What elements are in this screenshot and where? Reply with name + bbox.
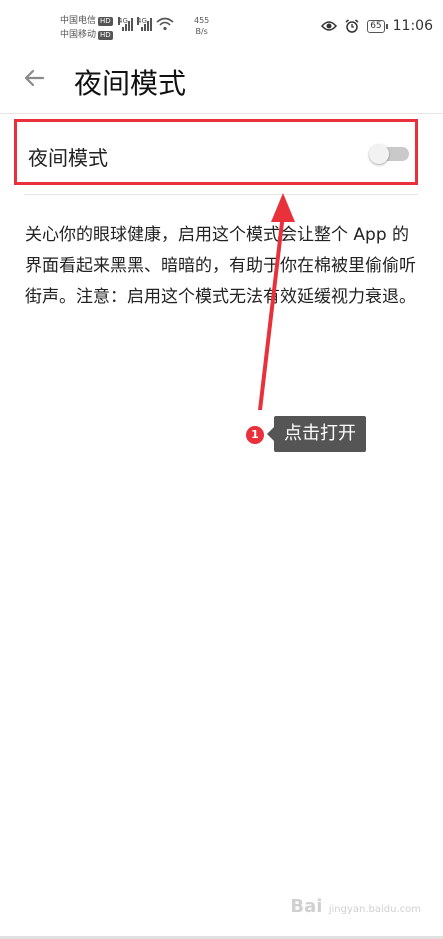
watermark-brand: Bai [290,896,323,917]
annotation-tooltip: 点击打开 [267,416,366,452]
status-right: 65 11:06 [321,18,433,34]
hd-badge: HD [98,16,113,26]
night-mode-toggle[interactable] [369,144,409,164]
carrier-2: 中国移动 HD [60,28,113,42]
night-mode-setting-row[interactable]: 夜间模式 [14,119,418,185]
hd-badge: HD [98,30,113,40]
night-mode-description: 关心你的眼球健康，启用这个模式会让整个 App 的界面看起来黑黑、暗暗的，有助于… [25,225,416,307]
back-button[interactable] [22,66,48,92]
signal-icon: 4G [118,17,133,31]
network-speed: 455 B/s [194,15,209,37]
wifi-icon [156,17,174,31]
status-bar: 中国电信 HD 中国移动 HD 4G 4G 455 B/s 65 11:06 [0,0,443,50]
step-number-badge: 1 [246,426,264,444]
battery-icon: 65 [367,19,389,33]
signal-group: 4G 4G [118,17,174,31]
carrier-info: 中国电信 HD 中国移动 HD [60,14,113,42]
carrier-1: 中国电信 HD [60,14,113,28]
watermark-url: jingyan.baidu.com [328,904,421,915]
screen: 中国电信 HD 中国移动 HD 4G 4G 455 B/s 65 11:06 夜… [0,0,443,939]
carrier-2-name: 中国移动 [60,30,97,40]
clock: 11:06 [392,18,433,34]
speed-value: 455 [194,16,210,25]
alarm-icon [345,19,359,33]
app-header: 夜间模式 [0,50,443,112]
header-divider [0,113,443,114]
eye-icon [321,21,338,31]
signal-icon: 4G [137,17,152,31]
row-divider [24,194,418,195]
speed-unit: B/s [195,27,208,36]
toggle-knob [369,144,389,164]
network-type-1: 4G [118,17,128,25]
baidu-watermark: Bai jingyan.baidu.com [290,896,421,917]
carrier-1-name: 中国电信 [60,16,97,26]
page-title: 夜间模式 [74,67,187,100]
night-mode-label: 夜间模式 [28,146,108,170]
arrow-left-icon [24,69,45,87]
network-type-2: 4G [137,17,147,25]
